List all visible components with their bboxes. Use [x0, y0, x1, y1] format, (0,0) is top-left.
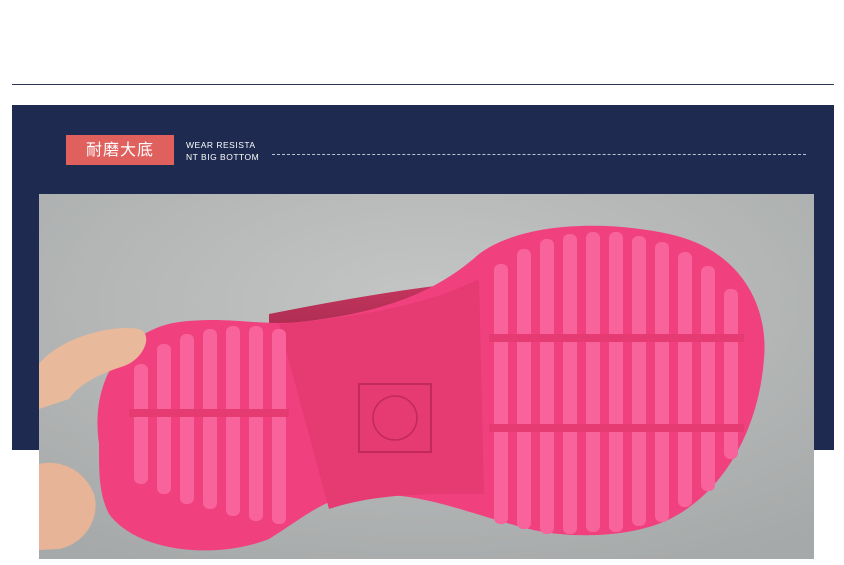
- dashed-divider: [272, 154, 806, 155]
- section-subtitle: WEAR RESISTA NT BIG BOTTOM: [186, 139, 259, 163]
- subtitle-line-2: NT BIG BOTTOM: [186, 152, 260, 162]
- product-photo: [39, 194, 814, 559]
- section-title-badge: 耐磨大底: [66, 135, 174, 165]
- top-divider-line: [12, 84, 834, 85]
- subtitle-line-1: WEAR RESISTA: [186, 140, 256, 150]
